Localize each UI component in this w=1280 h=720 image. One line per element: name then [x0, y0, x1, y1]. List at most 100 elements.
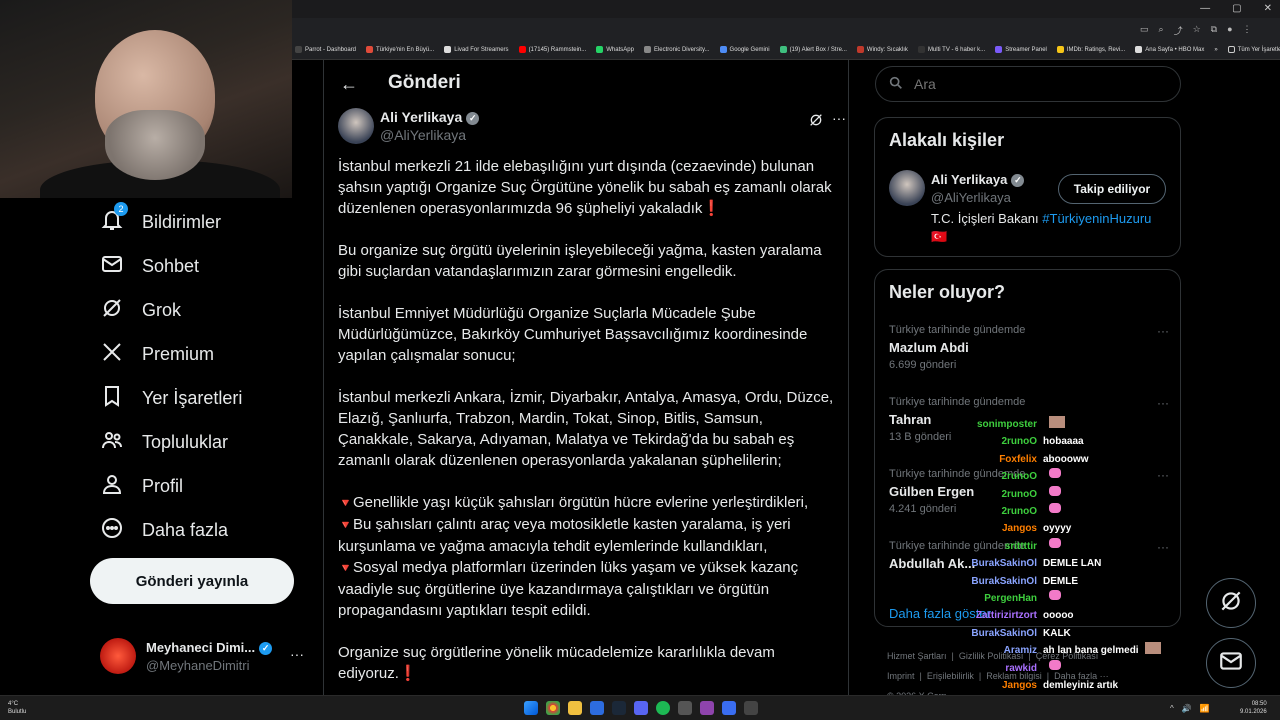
bookmark-item[interactable]: Streamer Panel [995, 46, 1047, 53]
trend-more-icon[interactable]: ··· [1157, 396, 1169, 410]
nav-bookmarks-label: Yer İşaretleri [142, 388, 243, 408]
related-avatar[interactable] [889, 170, 925, 206]
all-bookmarks-button[interactable]: Tüm Yer İşaretleri [1227, 46, 1280, 53]
nav-chat[interactable]: Sohbet [100, 252, 199, 281]
bookmark-item[interactable]: Ana Sayfa • HBO Max [1135, 46, 1204, 53]
bookmark-item[interactable]: Windy: Sıcaklık [856, 46, 908, 53]
install-icon[interactable]: ▭ [1140, 24, 1149, 37]
bookmark-label: Windy: Sıcaklık [866, 46, 908, 53]
grok-fab[interactable] [1206, 578, 1256, 628]
network-icon[interactable]: 📶 [1200, 704, 1210, 713]
app-icon[interactable] [744, 701, 758, 715]
bookmark-item[interactable]: WhatsApp [596, 46, 634, 53]
app-icon[interactable] [722, 701, 736, 715]
chrome-icon[interactable] [546, 701, 560, 715]
post-button[interactable]: Gönderi yayınla [90, 558, 294, 604]
messages-fab[interactable] [1206, 638, 1256, 688]
star-icon[interactable]: ☆ [1193, 24, 1201, 37]
bookmark-item[interactable]: Livad For Streamers [444, 46, 509, 53]
nav-communities[interactable]: Topluluklar [100, 428, 228, 457]
weather-desc: Bulutlu [8, 709, 27, 715]
author-avatar[interactable] [338, 108, 374, 144]
trend-item[interactable]: Türkiye tarihinde gündemde Mazlum Abdi 6… [889, 324, 1169, 371]
chat-username: rawkid [1005, 662, 1037, 674]
chat-message: BurakSakinOl DEMLE LAN [965, 555, 1165, 572]
steam-icon[interactable] [612, 701, 626, 715]
zoom-icon[interactable]: ⌕ [1159, 24, 1164, 37]
bookmarks-bar: Parrot - Dashboard Türkiye'nin En Büyü...… [292, 40, 1280, 60]
bookmark-item[interactable]: (19) Alert Box / Stre... [779, 46, 847, 53]
app-icon[interactable] [590, 701, 604, 715]
post-more-icon[interactable]: ··· [832, 110, 846, 126]
share-icon[interactable]: ⤴ [1174, 24, 1183, 37]
following-button[interactable]: Takip ediliyor [1058, 174, 1166, 204]
nav-notifications[interactable]: 2 Bildirimler [100, 202, 221, 237]
profile-icon[interactable]: ● [1227, 24, 1232, 37]
nav-premium[interactable]: Premium [100, 340, 214, 369]
nav-premium-label: Premium [142, 344, 215, 364]
related-name[interactable]: Ali Yerlikaya [931, 172, 1007, 187]
nav-more[interactable]: Daha fazla [100, 516, 228, 545]
bell-icon: 2 [100, 202, 128, 237]
trend-more-icon[interactable]: ··· [1157, 324, 1169, 338]
start-icon[interactable] [524, 701, 538, 715]
search-input[interactable] [914, 76, 1154, 92]
bookmark-favicon-icon [596, 46, 604, 53]
clock[interactable]: 08:50 9.01.2026 [1240, 700, 1267, 716]
hashtag-link[interactable]: #TürkiyeninHuzuru [1042, 211, 1151, 226]
folder-icon [1227, 46, 1235, 53]
nav-bookmarks[interactable]: Yer İşaretleri [100, 384, 242, 413]
bookmark-item[interactable]: Electronic Diversity... [643, 46, 710, 53]
bookmark-label: (17145) Rammstein... [528, 46, 587, 53]
menu-icon[interactable]: ⋮ [1243, 24, 1252, 37]
grok-explain-icon[interactable] [808, 112, 824, 128]
chat-text: demleyiniz artık [1043, 680, 1119, 692]
all-bookmarks-label: Tüm Yer İşaretleri [1237, 46, 1280, 53]
bullet-text: Bu şahısları çalıntı araç veya motosikle… [338, 516, 791, 555]
bookmark-item[interactable]: Google Gemini [719, 46, 770, 53]
author-handle[interactable]: @AliYerlikaya [380, 127, 466, 143]
bookmark-item[interactable]: IMDb: Ratings, Revi... [1056, 46, 1125, 53]
footer-link[interactable]: Imprint [887, 671, 915, 681]
nav-profile[interactable]: Profil [100, 472, 183, 501]
related-handle[interactable]: @AliYerlikaya [931, 190, 1011, 205]
chat-text: ah lan bana gelmedi [1043, 645, 1139, 657]
bookmark-label: Türkiye'nin En Büyü... [376, 46, 435, 53]
folder-icon[interactable] [568, 701, 582, 715]
tray-chevron-icon[interactable]: ^ [1170, 704, 1174, 713]
bookmark-favicon-icon [643, 46, 651, 53]
post-text: İstanbul merkezli 21 ilde elebaşılığını … [338, 156, 838, 695]
chat-message: srittttir [965, 537, 1165, 555]
extensions-icon[interactable]: ⧉ [1211, 24, 1217, 37]
search-box[interactable] [875, 66, 1181, 102]
account-more-icon[interactable]: ··· [290, 646, 304, 662]
footer-link[interactable]: Hizmet Şartları [887, 651, 947, 661]
bookmark-item[interactable]: Türkiye'nin En Büyü... [366, 46, 434, 53]
chat-username: Jangos [1001, 680, 1037, 692]
back-arrow-icon[interactable]: ← [340, 74, 358, 95]
minimize-button[interactable]: — [1200, 3, 1210, 14]
author-name[interactable]: Ali Yerlikaya [380, 109, 462, 125]
account-switcher[interactable]: Meyhaneci Dimi... ✓ @MeyhaneDimitri ··· [100, 636, 315, 680]
app-icon[interactable] [678, 701, 692, 715]
maximize-button[interactable]: ▢ [1232, 3, 1241, 14]
chat-message: 2runoO [965, 503, 1165, 520]
bookmark-item[interactable]: Multi TV - 6 haber k... [917, 46, 985, 53]
exclamation-icon: ❗ [702, 200, 722, 217]
discord-icon[interactable] [634, 701, 648, 715]
nav-grok[interactable]: Grok [100, 296, 181, 325]
volume-icon[interactable]: 🔊 [1182, 704, 1192, 713]
notification-badge: 2 [114, 202, 128, 216]
close-window-button[interactable]: ✕ [1264, 3, 1272, 14]
bookmark-item[interactable]: Parrot - Dashboard [295, 46, 356, 53]
bookmark-item[interactable]: (17145) Rammstein... [518, 46, 587, 53]
nav-chat-label: Sohbet [142, 256, 200, 276]
nav-more-label: Daha fazla [142, 520, 229, 540]
post-paragraph: İstanbul merkezli 21 ilde elebaşılığını … [338, 156, 838, 219]
bookmarks-overflow-button[interactable]: » [1214, 47, 1217, 53]
app-icon[interactable] [700, 701, 714, 715]
verified-icon: ✓ [259, 642, 273, 655]
paragraph-text: İstanbul merkezli 21 ilde elebaşılığını … [338, 158, 832, 217]
spotify-icon[interactable] [656, 701, 670, 715]
weather-widget[interactable]: 4°C Bulutlu [8, 700, 26, 716]
